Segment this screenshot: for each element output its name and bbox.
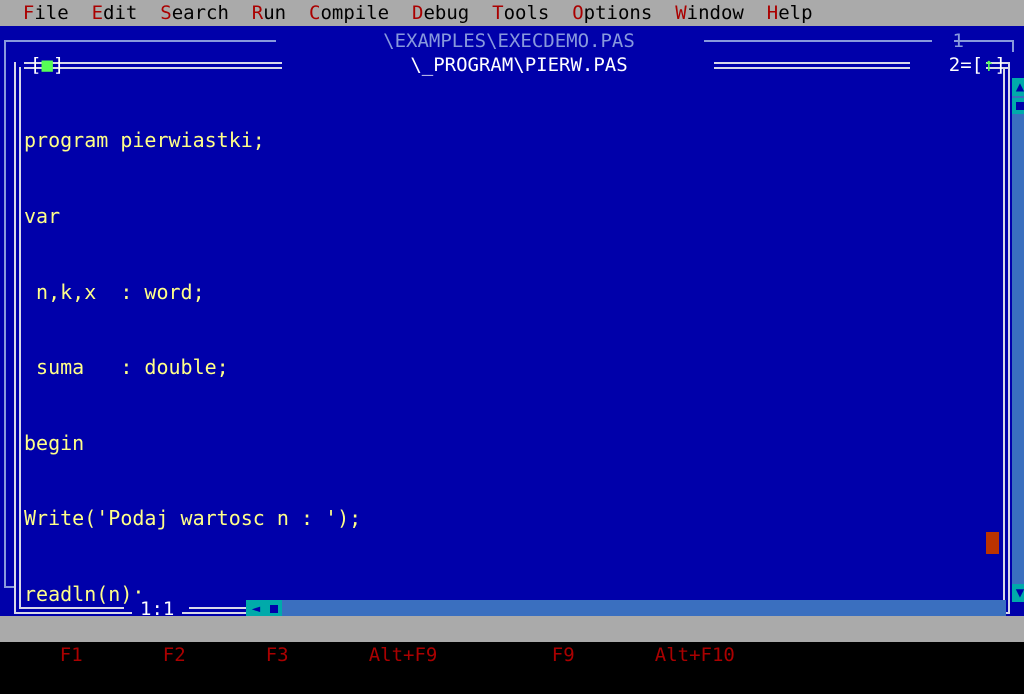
menu-item-options[interactable]: Options xyxy=(572,0,652,26)
menu-window-label: indow xyxy=(686,2,744,24)
menu-help-hotkey: H xyxy=(766,2,779,24)
scroll-down-arrow-icon[interactable]: ▼ xyxy=(1012,584,1024,602)
desktop: \EXAMPLES\EXECDEMO.PAS 1 [■] \_PROGRAM\P… xyxy=(0,26,1024,622)
menu-gap-9 xyxy=(744,0,767,26)
window-pierw-title: \_PROGRAM\PIERW.PAS xyxy=(410,54,628,76)
turbo-pascal-screen: File Edit Search Run Compile Debug Tools… xyxy=(0,0,1024,666)
status-compile-key: Alt+F9 xyxy=(368,644,438,666)
menu-item-edit[interactable]: Edit xyxy=(92,0,138,26)
menu-window-hotkey: W xyxy=(675,2,687,24)
menu-tools-label: ools xyxy=(503,2,550,24)
menu-gap-8 xyxy=(652,0,675,26)
menu-search-hotkey: S xyxy=(160,2,172,24)
status-item-open[interactable]: F3 Open xyxy=(266,642,346,668)
menu-gap-5 xyxy=(389,0,412,26)
status-save-label: Save xyxy=(185,644,243,666)
front-border-right-b xyxy=(1003,67,1005,609)
status-item-help[interactable]: F1 Help xyxy=(60,642,140,668)
status-local-menu-key: Alt+F10 xyxy=(654,644,735,666)
menu-debug-label: ebug xyxy=(423,2,470,24)
menu-file-hotkey: F xyxy=(22,2,35,24)
code-line: Write('Podaj wartosc n : '); xyxy=(24,506,362,531)
menu-item-tools[interactable]: Tools xyxy=(492,0,549,26)
menubar-left-pad xyxy=(0,0,23,26)
status-compile-label: Compile xyxy=(437,644,529,666)
status-bar: F1 Help F2 Save F3 Open Alt+F9 Compile F… xyxy=(0,616,1024,666)
status-item-make[interactable]: F9 Make xyxy=(552,642,632,668)
status-help-key: F1 xyxy=(59,644,83,666)
menu-options-label: ptions xyxy=(583,2,653,24)
front-border-left-b xyxy=(19,67,21,609)
window-execdemo-number: 1 xyxy=(952,30,964,52)
back-border-left xyxy=(4,40,6,588)
status-help-label: Help xyxy=(82,644,140,666)
editor-text-area[interactable]: program pierwiastki; var n,k,x : word; s… xyxy=(24,78,1000,604)
front-border-left-a xyxy=(14,62,16,614)
status-save-key: F2 xyxy=(162,644,186,666)
window-pierw-titlebar: [■] \_PROGRAM\PIERW.PAS 2=[↑] xyxy=(14,52,1024,78)
menu-compile-hotkey: C xyxy=(309,2,321,24)
status-make-key: F9 xyxy=(551,644,575,666)
window-execdemo-title: \EXAMPLES\EXECDEMO.PAS xyxy=(383,30,635,52)
status-item-compile[interactable]: Alt+F9 Compile xyxy=(369,642,529,668)
status-open-key: F3 xyxy=(265,644,289,666)
status-item-save[interactable]: F2 Save xyxy=(163,642,243,668)
text-cursor xyxy=(986,532,999,554)
menu-edit-label: dit xyxy=(103,2,138,24)
menu-item-compile[interactable]: Compile xyxy=(309,0,389,26)
menu-item-debug[interactable]: Debug xyxy=(412,0,469,26)
menu-item-window[interactable]: Window xyxy=(675,0,744,26)
menu-gap-6 xyxy=(469,0,492,26)
menu-run-hotkey: R xyxy=(251,2,264,24)
status-open-label: Open xyxy=(288,644,346,666)
menu-file-label: ile xyxy=(34,2,69,24)
front-border-bottom-b-left xyxy=(19,607,124,609)
vertical-scrollbar[interactable]: ▲ ▼ xyxy=(1012,78,1024,602)
menu-item-search[interactable]: Search xyxy=(160,0,229,26)
front-border-bottom-b-mid xyxy=(189,607,249,609)
menu-bar: File Edit Search Run Compile Debug Tools… xyxy=(0,0,1024,26)
menu-gap-2 xyxy=(137,0,160,26)
code-line: begin xyxy=(24,430,85,455)
menu-item-help[interactable]: Help xyxy=(767,0,813,26)
status-bar-inner: F1 Help F2 Save F3 Open Alt+F9 Compile F… xyxy=(46,644,861,666)
menu-gap-3 xyxy=(229,0,252,26)
code-line: program pierwiastki; xyxy=(24,128,265,153)
window-pierw[interactable]: [■] \_PROGRAM\PIERW.PAS 2=[↑] program pi… xyxy=(14,52,1024,622)
front-border-right-a xyxy=(1008,62,1010,614)
vertical-scrollbar-thumb[interactable] xyxy=(1012,98,1024,114)
zoom-up-icon: ↑ xyxy=(983,54,995,76)
menu-edit-hotkey: E xyxy=(91,2,104,24)
code-line: n,k,x : word; xyxy=(24,279,205,304)
menu-debug-hotkey: D xyxy=(412,2,424,24)
menu-help-label: elp xyxy=(778,2,813,24)
menu-item-file[interactable]: File xyxy=(23,0,69,26)
menu-compile-label: ompile xyxy=(320,2,390,24)
menu-gap-7 xyxy=(549,0,572,26)
menu-search-label: earch xyxy=(171,2,229,24)
menu-tools-hotkey: T xyxy=(492,2,504,24)
status-make-label: Make xyxy=(574,644,632,666)
menu-run-label: un xyxy=(263,2,287,24)
menu-options-hotkey: O xyxy=(572,2,584,24)
scroll-up-arrow-icon[interactable]: ▲ xyxy=(1012,78,1024,96)
code-line: var xyxy=(24,204,61,228)
menu-gap-1 xyxy=(69,0,92,26)
status-item-local-menu[interactable]: Alt+F10 Local menu xyxy=(655,642,861,668)
window-pierw-number: 2 xyxy=(948,54,961,76)
status-local-menu-label: Local menu xyxy=(734,644,861,666)
code-lines: program pierwiastki; var n,k,x : word; s… xyxy=(24,78,951,604)
zoom-box[interactable]: 2=[↑] xyxy=(949,52,1006,78)
code-line: suma : double; xyxy=(24,355,229,380)
menu-gap-4 xyxy=(286,0,309,26)
menu-item-run[interactable]: Run xyxy=(252,0,286,26)
